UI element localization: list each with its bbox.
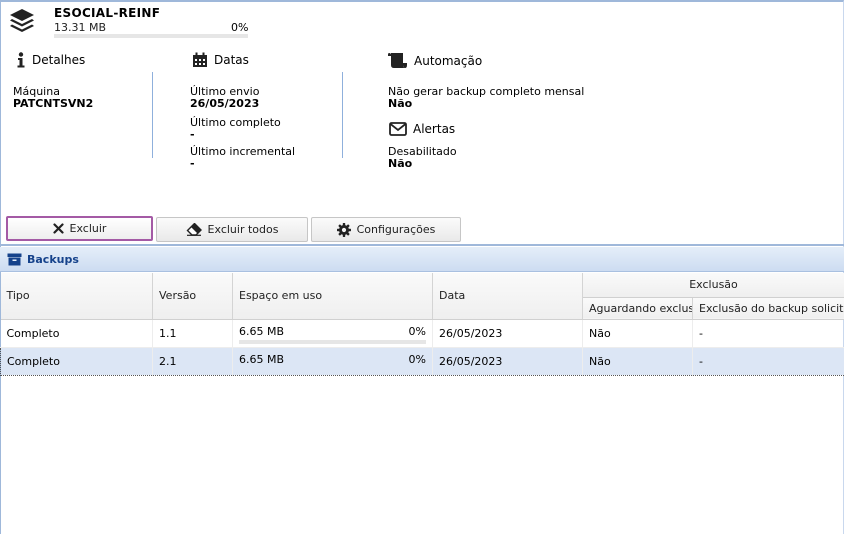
delete-button-label: Excluir <box>69 222 107 235</box>
layers-icon <box>10 9 34 32</box>
monthly-backup-value: Não <box>388 97 413 110</box>
column-header-data[interactable]: Data <box>432 273 583 320</box>
table-row[interactable]: Completo 1.1 6.65 MB 0% 26/05/2023 Não - <box>0 319 844 348</box>
scroll-icon <box>388 53 407 68</box>
cell-data: 26/05/2023 <box>432 319 583 348</box>
table-row-selected[interactable]: Completo 2.1 6.65 MB 0% 26/05/2023 Não - <box>0 346 844 376</box>
cell-aguardando: Não <box>582 346 693 376</box>
monthly-backup-label: Não gerar backup completo mensal <box>388 85 585 98</box>
cell-espaco-size: 6.65 MB <box>239 352 285 366</box>
alerts-heading-label: Alertas <box>413 122 456 136</box>
dates-heading: Datas <box>192 52 249 68</box>
last-incremental-value: - <box>190 157 195 170</box>
panel-top-border <box>0 244 844 246</box>
cell-espaco-percent: 0% <box>408 352 426 366</box>
cell-espaco: 6.65 MB 0% <box>232 319 433 348</box>
cell-espaco-size: 6.65 MB <box>239 324 285 338</box>
automation-heading-label: Automação <box>414 53 483 68</box>
details-divider <box>152 72 153 158</box>
backups-panel-title: Backups <box>27 252 79 266</box>
database-percent: 0% <box>231 21 249 34</box>
column-header-aguardando[interactable]: Aguardando exclusã <box>582 297 693 320</box>
backups-table: Tipo Versão Espaço em uso Data Exclusão … <box>0 273 844 376</box>
settings-button[interactable]: Configurações <box>311 217 461 242</box>
cell-solicitada: - <box>692 346 844 376</box>
delete-all-button-label: Excluir todos <box>207 223 279 236</box>
table-header-row: Tipo Versão Espaço em uso Data Exclusão <box>0 273 844 320</box>
details-heading: Detalhes <box>16 52 85 68</box>
alerts-heading: Alertas <box>389 122 455 136</box>
last-send-value: 26/05/2023 <box>190 97 260 110</box>
machine-value: PATCNTSVN2 <box>13 97 94 110</box>
details-heading-label: Detalhes <box>32 53 86 67</box>
settings-button-label: Configurações <box>356 223 436 236</box>
cell-espaco-percent: 0% <box>408 324 426 338</box>
cell-data: 26/05/2023 <box>432 346 583 376</box>
alerts-disabled-value: Não <box>388 157 413 170</box>
cell-espaco-progress <box>239 339 426 344</box>
last-full-label: Último completo <box>190 116 281 129</box>
eraser-icon <box>186 223 202 236</box>
dates-heading-label: Datas <box>214 53 249 67</box>
last-incremental-label: Último incremental <box>190 145 296 158</box>
database-progress-bar <box>54 34 248 38</box>
envelope-icon <box>389 122 407 136</box>
column-header-versao[interactable]: Versão <box>152 273 233 320</box>
dates-divider <box>342 72 343 158</box>
info-icon <box>17 52 25 68</box>
close-icon <box>52 223 64 234</box>
delete-all-button[interactable]: Excluir todos <box>156 217 308 242</box>
delete-button[interactable]: Excluir <box>6 216 153 241</box>
cell-versao: 2.1 <box>152 346 233 376</box>
column-group-exclusao: Exclusão <box>582 273 844 298</box>
automation-heading: Automação <box>388 52 482 69</box>
cell-aguardando: Não <box>582 319 693 348</box>
calendar-icon <box>193 52 207 67</box>
database-size: 13.31 MB <box>54 21 107 34</box>
last-full-value: - <box>190 128 195 141</box>
cell-tipo: Completo <box>0 346 153 376</box>
archive-box-icon <box>7 253 22 265</box>
cell-versao: 1.1 <box>152 319 233 348</box>
cell-espaco: 6.65 MB 0% <box>232 346 433 376</box>
cell-solicitada: - <box>692 319 844 348</box>
cell-tipo: Completo <box>0 319 153 348</box>
backups-panel-header: Backups <box>0 247 844 272</box>
column-header-solicitada[interactable]: Exclusão do backup solicitad <box>692 297 844 320</box>
gear-icon <box>336 222 351 237</box>
column-header-espaco[interactable]: Espaço em uso <box>232 273 433 320</box>
column-header-tipo[interactable]: Tipo <box>0 273 153 320</box>
database-title: ESOCIAL-REINF <box>54 6 161 20</box>
